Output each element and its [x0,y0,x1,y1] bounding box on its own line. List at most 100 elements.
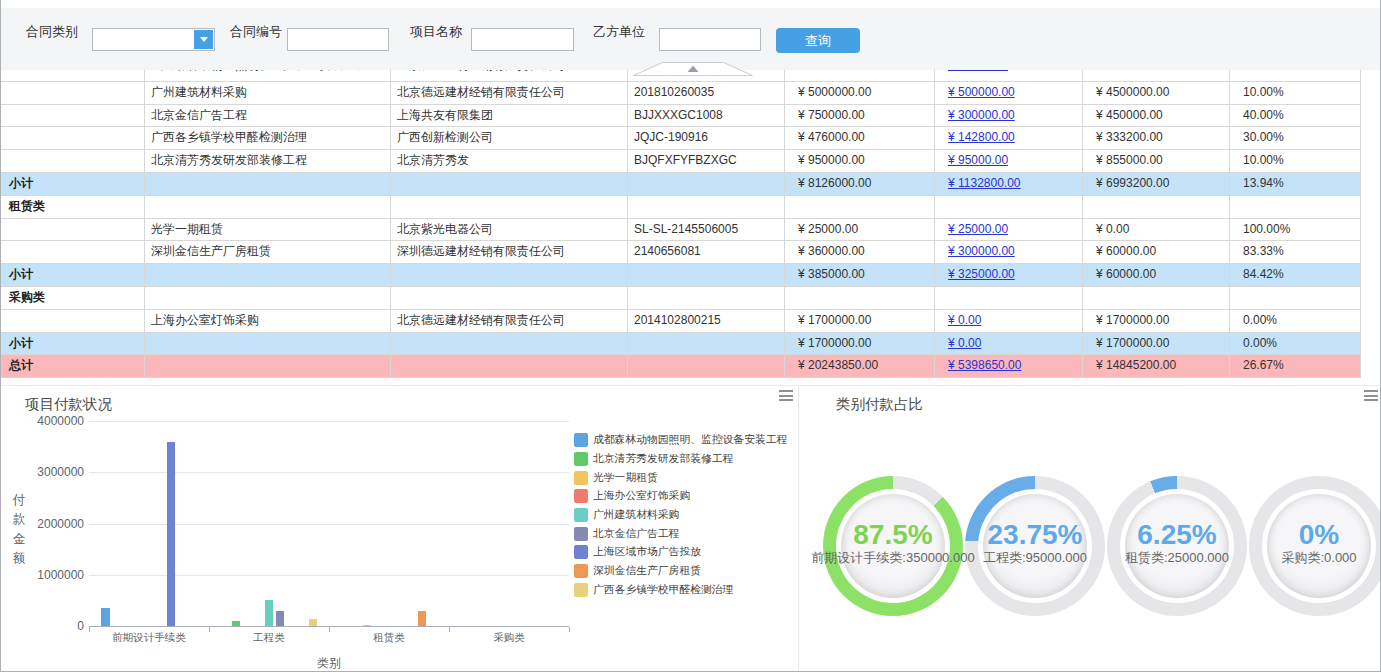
category-cell [1,105,145,127]
contract-payment-page: 合同类别 合同编号 项目名称 乙方单位 查询 成都森林动物园照明、监控设备安装工… [0,0,1381,672]
legend-item[interactable]: 广州建筑材料采购 [574,506,787,525]
legend-color-swatch [574,583,588,597]
legend-color-swatch [574,433,588,447]
company-cell: 广西创新检测公司 [391,127,628,149]
legend-item[interactable]: 成都森林动物园照明、监控设备安装工程 [574,431,787,450]
paid-amount-link[interactable]: ¥ 5398650.00 [948,358,1021,372]
bar-0-cat-0 [101,608,110,626]
legend-item[interactable]: 上海区域市场广告投放 [574,543,787,562]
category-cell: 总计 [1,355,145,377]
legend-item[interactable]: 广西各乡镇学校甲醛检测治理 [574,581,787,600]
project-cell: 北京金信广告工程 [145,105,391,127]
paid-amount-link[interactable]: ¥ 325000.00 [948,267,1015,281]
percent-cell: 83.33% [1230,241,1361,263]
company-cell [391,333,628,355]
category-cell: 小计 [1,333,145,355]
project-name-input[interactable] [471,28,574,51]
remaining-cell [1083,70,1230,81]
percent-cell: 13.94% [1230,173,1361,195]
x-axis-name: 类别 [89,655,569,672]
category-cell: 租赁类 [1,196,145,218]
percent-cell: 100.00% [1230,219,1361,241]
legend-color-swatch [574,452,588,466]
bar-chart-title: 项目付款状况 [25,395,112,414]
category-cell [1,82,145,104]
project-cell: 光学一期租赁 [145,219,391,241]
contract-no-input[interactable] [287,28,389,51]
y-tick-label: 2000000 [9,517,84,531]
party-b-input[interactable] [659,28,761,51]
bar-chart-menu-icon[interactable] [779,390,793,401]
legend-color-swatch [574,527,588,541]
project-cell [145,173,391,195]
project-cell: 广西各乡镇学校甲醛检测治理 [145,127,391,149]
paid-amount-link[interactable]: ¥ 500000.00 [948,85,1015,99]
y-tick-label: 0 [9,619,84,633]
legend-item[interactable]: 北京金信广告工程 [574,524,787,543]
contract-no-cell [628,196,785,218]
gauge-percent: 6.25% [1107,519,1247,551]
amount-cell: ¥ 1700000.00 [785,333,935,355]
table-row-total: 总计¥ 20243850.00¥ 5398650.00¥ 14845200.00… [1,355,1361,378]
paid-amount-link[interactable]: ¥ 95000.00 [948,153,1008,167]
legend-item[interactable]: 上海办公室灯饰采购 [574,487,787,506]
scroll-up-trapezoid [633,62,753,76]
company-cell: 北京清芳秀发 [391,150,628,172]
legend-label: 深圳金信生产厂房租赁 [593,564,701,578]
company-cell: 上海共友有限集团 [391,105,628,127]
percent-cell [1230,196,1361,218]
paid-amount-link[interactable]: ¥ 0.00 [948,313,981,327]
table-row-sub: 小计¥ 1700000.00¥ 0.00¥ 1700000.000.00% [1,333,1361,356]
x-category-label: 租赁类 [329,631,449,645]
gauge-panel-menu-icon[interactable] [1364,390,1378,401]
percent-cell: 30.00% [1230,127,1361,149]
category-select[interactable] [92,28,215,51]
legend-item[interactable]: 光学一期租赁 [574,468,787,487]
remaining-cell: ¥ 14845200.00 [1083,355,1230,377]
paid-amount-link[interactable]: ¥ 142800.00 [948,130,1015,144]
contract-no-cell: 2014102800215 [628,310,785,332]
paid-amount-link[interactable]: ¥ 300000.00 [948,108,1015,122]
x-category-label: 前期设计手续类 [89,631,209,645]
scroll-up-button[interactable] [633,62,753,76]
paid-cell: ¥ 142800.00 [935,127,1083,149]
paid-cell: ¥ 300000.00 [935,241,1083,263]
y-tick-label: 1000000 [9,568,84,582]
paid-amount-link[interactable]: ¥ 95000.00 [948,70,1008,72]
gauge-label: 采购类:0.000 [1204,550,1381,566]
project-cell [145,264,391,286]
paid-amount-link[interactable]: ¥ 300000.00 [948,244,1015,258]
legend-label: 成都森林动物园照明、监控设备安装工程 [593,433,787,447]
party-b-label: 乙方单位 [593,21,645,43]
select-dropdown-icon[interactable] [194,30,213,49]
project-cell [145,196,391,218]
category-cell: 小计 [1,264,145,286]
remaining-cell: ¥ 60000.00 [1083,241,1230,263]
legend-label: 广西各乡镇学校甲醛检测治理 [593,583,733,597]
search-button[interactable]: 查询 [776,28,860,53]
company-cell [391,287,628,309]
paid-amount-link[interactable]: ¥ 0.00 [948,336,981,350]
legend-item[interactable]: 北京清芳秀发研发部装修工程 [574,450,787,469]
amount-cell: ¥ 1700000.00 [785,310,935,332]
table-row-sub: 小计¥ 8126000.00¥ 1132800.00¥ 6993200.0013… [1,173,1361,196]
percent-cell: 84.42% [1230,264,1361,286]
category-cell: 小计 [1,173,145,195]
amount-cell [785,70,935,81]
company-cell: 北京德远建材经销有限责任公司 [391,70,628,81]
table-row: 广州建筑材料采购北京德远建材经销有限责任公司201810260035¥ 5000… [1,82,1361,105]
project-cell: 成都森林动物园照明、监控设备安装工程 [145,70,391,81]
company-cell: 北京德远建材经销有限责任公司 [391,82,628,104]
table-row: 北京清芳秀发研发部装修工程北京清芳秀发BJQFXFYFBZXGC¥ 950000… [1,150,1361,173]
paid-amount-link[interactable]: ¥ 25000.00 [948,222,1008,236]
legend-color-swatch [574,489,588,503]
x-category-label: 工程类 [209,631,329,645]
company-cell: 北京德远建材经销有限责任公司 [391,310,628,332]
paid-cell: ¥ 300000.00 [935,105,1083,127]
legend-item[interactable]: 深圳金信生产厂房租赁 [574,562,787,581]
paid-amount-link[interactable]: ¥ 1132800.00 [948,176,1021,190]
contract-table: 成都森林动物园照明、监控设备安装工程北京德远建材经销有限责任公司¥ 95000.… [1,70,1361,381]
bar-8-cat-1 [309,619,318,626]
percent-cell: 0.00% [1230,333,1361,355]
amount-cell: ¥ 5000000.00 [785,82,935,104]
